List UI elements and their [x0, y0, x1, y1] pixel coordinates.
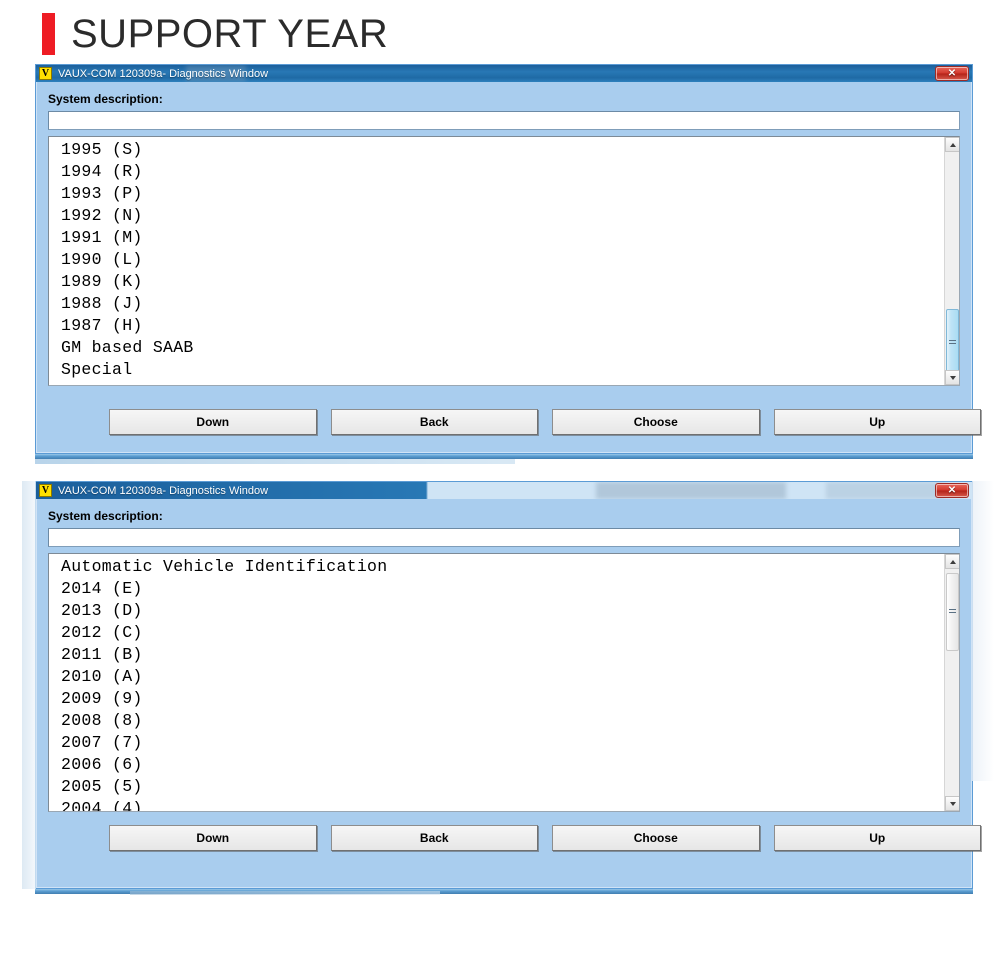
system-description-input[interactable]: [48, 111, 960, 130]
list-item[interactable]: 1991 (M): [61, 227, 944, 249]
list-item[interactable]: 2006 (6): [61, 754, 944, 776]
system-description-label: System description:: [48, 509, 163, 523]
window-1-list-container: 1995 (S) 1994 (R) 1993 (P) 1992 (N) 1991 (M)…: [48, 136, 960, 386]
list-item[interactable]: 2007 (7): [61, 732, 944, 754]
list-item[interactable]: 2010 (A): [61, 666, 944, 688]
list-item[interactable]: Special: [61, 359, 944, 381]
list-item[interactable]: 2014 (E): [61, 578, 944, 600]
window-1-scrollbar[interactable]: [944, 137, 959, 385]
window-2-list-container: Automatic Vehicle Identification 2014 (E)…: [48, 553, 960, 812]
system-description-input[interactable]: [48, 528, 960, 547]
list-item[interactable]: 2009 (9): [61, 688, 944, 710]
choose-button[interactable]: Choose: [552, 825, 760, 851]
desktop-artifact-right-edge: [972, 481, 994, 781]
window-2-title: VAUX-COM 120309a- Diagnostics Window: [58, 484, 269, 497]
list-item[interactable]: 1988 (J): [61, 293, 944, 315]
window-2-scrollbar[interactable]: [944, 554, 959, 811]
window-2-bottom-edge: [35, 889, 973, 894]
year-list[interactable]: Automatic Vehicle Identification 2014 (E)…: [49, 554, 944, 811]
list-item[interactable]: 2011 (B): [61, 644, 944, 666]
window-1-title: VAUX-COM 120309a- Diagnostics Window: [58, 67, 269, 80]
close-icon[interactable]: ✕: [935, 66, 969, 81]
list-item[interactable]: 1987 (H): [61, 315, 944, 337]
list-item[interactable]: GM based SAAB: [61, 337, 944, 359]
vaux-com-logo-icon: V: [39, 67, 52, 80]
window-1-bottom-edge: [35, 454, 973, 459]
diagnostics-window-1[interactable]: V VAUX-COM 120309a- Diagnostics Window ✕…: [35, 64, 981, 454]
desktop-artifact-strip-2: [130, 891, 440, 895]
scroll-down-arrow-icon[interactable]: [945, 370, 959, 385]
desktop-artifact-strip-1: [35, 459, 515, 464]
vaux-com-logo-icon: V: [39, 484, 52, 497]
list-item[interactable]: 1990 (L): [61, 249, 944, 271]
scroll-down-arrow-icon[interactable]: [945, 796, 959, 811]
list-item[interactable]: 1994 (R): [61, 161, 944, 183]
window-2-titlebar[interactable]: V VAUX-COM 120309a- Diagnostics Window ✕: [36, 482, 972, 499]
screenshot-root: SUPPORT YEAR V VAUX-COM 120309a- Diagnos…: [0, 0, 1000, 979]
title-accent-bar: [42, 13, 55, 55]
back-button[interactable]: Back: [330, 825, 538, 851]
diagnostics-window-2[interactable]: V VAUX-COM 120309a- Diagnostics Window ✕…: [35, 481, 981, 889]
page-title-text: SUPPORT YEAR: [71, 12, 389, 56]
close-icon[interactable]: ✕: [935, 483, 969, 498]
list-item[interactable]: 2005 (5): [61, 776, 944, 798]
choose-button[interactable]: Choose: [552, 409, 760, 435]
page-title: SUPPORT YEAR: [42, 12, 388, 56]
window-1-body: System description: 1995 (S) 1994 (R) 1993…: [36, 82, 972, 386]
window-2-body: System description: Automatic Vehicle Id…: [36, 499, 972, 812]
list-item[interactable]: 1993 (P): [61, 183, 944, 205]
scroll-up-arrow-icon[interactable]: [945, 554, 959, 569]
window-2-button-row: Down Back Choose Up: [109, 825, 981, 851]
up-button[interactable]: Up: [773, 409, 981, 435]
up-button[interactable]: Up: [773, 825, 981, 851]
list-item[interactable]: 1995 (S): [61, 139, 944, 161]
desktop-artifact-left-edge: [22, 481, 36, 889]
year-list[interactable]: 1995 (S) 1994 (R) 1993 (P) 1992 (N) 1991 (M)…: [49, 137, 944, 385]
list-item[interactable]: 1989 (K): [61, 271, 944, 293]
system-description-label: System description:: [48, 92, 163, 106]
scrollbar-thumb[interactable]: [946, 309, 959, 377]
scrollbar-thumb[interactable]: [946, 573, 959, 651]
window-1-button-row: Down Back Choose Up: [109, 409, 981, 435]
list-item[interactable]: 2013 (D): [61, 600, 944, 622]
scroll-up-arrow-icon[interactable]: [945, 137, 959, 152]
window-1-titlebar[interactable]: V VAUX-COM 120309a- Diagnostics Window ✕: [36, 65, 972, 82]
down-button[interactable]: Down: [109, 409, 317, 435]
back-button[interactable]: Back: [330, 409, 538, 435]
down-button[interactable]: Down: [109, 825, 317, 851]
list-item[interactable]: 2008 (8): [61, 710, 944, 732]
list-item[interactable]: Automatic Vehicle Identification: [61, 556, 944, 578]
list-item[interactable]: 2012 (C): [61, 622, 944, 644]
list-item[interactable]: 2004 (4): [61, 798, 944, 811]
list-item[interactable]: 1992 (N): [61, 205, 944, 227]
